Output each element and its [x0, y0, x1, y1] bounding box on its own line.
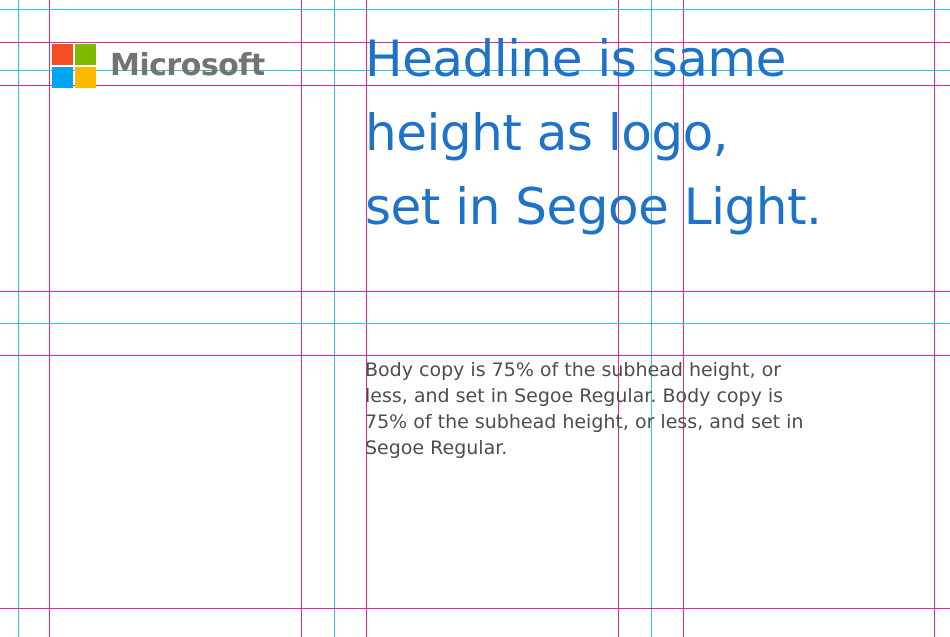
guide-line-horizontal: [0, 291, 950, 292]
body-copy: Body copy is 75% of the subhead height, …: [365, 357, 925, 461]
guide-line-vertical: [49, 0, 50, 637]
logo-square-green: [75, 44, 96, 65]
body-copy-line: 75% of the subhead height, or less, and …: [365, 411, 804, 433]
guide-line-horizontal: [0, 9, 950, 10]
guide-line-vertical: [934, 0, 935, 637]
headline-line: Headline is same: [365, 30, 786, 88]
layout-grid-canvas: Microsoft Headline is same height as log…: [0, 0, 950, 637]
guide-line-horizontal: [0, 323, 950, 324]
headline-line: set in Segoe Light.: [365, 178, 822, 236]
logo-wordmark: Microsoft: [110, 48, 265, 83]
body-copy-line: Body copy is 75% of the subhead height, …: [365, 359, 782, 381]
headline-line: height as logo,: [365, 104, 729, 162]
logo-square-yellow: [75, 67, 96, 88]
logo-square-blue: [52, 67, 73, 88]
guide-line-vertical: [18, 0, 19, 637]
headline: Headline is same height as logo, set in …: [365, 22, 925, 244]
logo-square-red: [52, 44, 73, 65]
guide-line-vertical: [334, 0, 335, 637]
guide-line-horizontal: [0, 608, 950, 609]
guide-line-horizontal: [0, 355, 950, 356]
body-copy-line: Segoe Regular.: [365, 437, 508, 459]
body-copy-line: less, and set in Segoe Regular. Body cop…: [365, 385, 784, 407]
microsoft-logo: Microsoft: [52, 44, 265, 88]
windows-squares-icon: [52, 44, 96, 88]
guide-line-vertical: [301, 0, 302, 637]
